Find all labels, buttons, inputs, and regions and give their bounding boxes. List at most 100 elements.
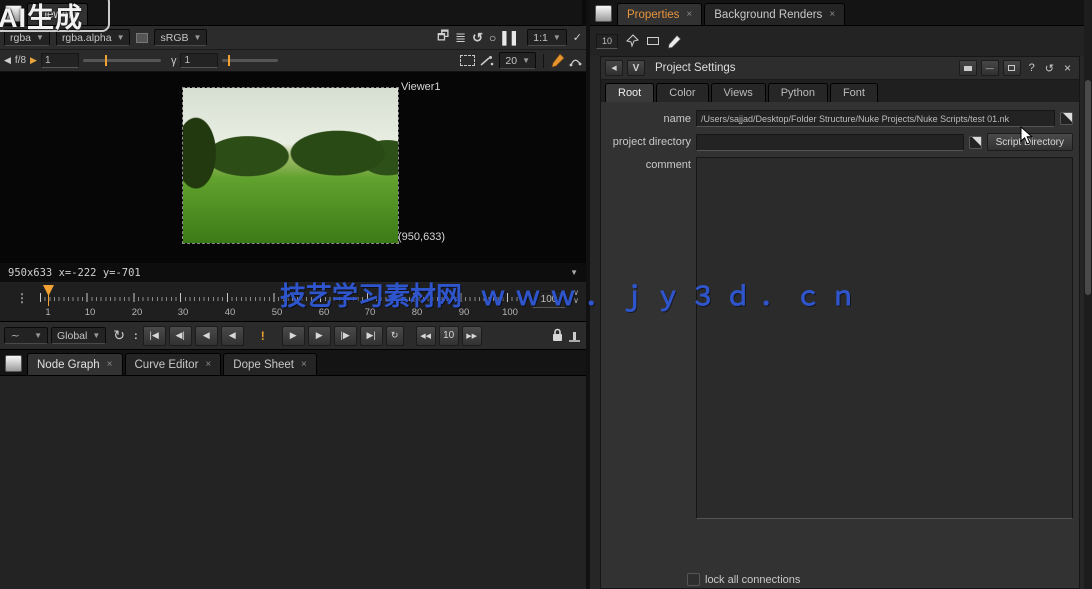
minimize-button[interactable]: —	[981, 60, 999, 76]
tick-label: 40	[225, 307, 236, 318]
tab-node-graph[interactable]: Node Graph ×	[27, 353, 123, 375]
chevron-down-icon: ▼	[194, 33, 202, 42]
zoom-ratio-dropdown[interactable]: 1:1▼	[527, 29, 567, 46]
gain-input[interactable]	[41, 53, 79, 68]
region-circle-icon[interactable]: ○	[489, 31, 496, 45]
edit-pencil-icon[interactable]	[667, 34, 682, 49]
vector-handle-icon[interactable]	[569, 54, 582, 67]
lock-all-row: lock all connections	[687, 573, 800, 586]
gamma-symbol: γ	[171, 55, 177, 67]
close-panel-button[interactable]: ×	[1064, 61, 1071, 75]
hide-input-button[interactable]: ◀	[605, 60, 623, 76]
node-badge[interactable]: V	[627, 60, 645, 76]
jump-back-button[interactable]: ◀◀	[416, 326, 436, 346]
play-forward-button[interactable]: ▶	[308, 326, 331, 346]
revert-button[interactable]: ↺	[1045, 62, 1054, 75]
right-scrollbar-thumb[interactable]	[1085, 80, 1091, 295]
project-settings-panel: ◀ V Project Settings — ? ↺ × Root Color …	[600, 56, 1080, 589]
tab-background-renders[interactable]: Background Renders ×	[704, 3, 845, 25]
loop-mode-icon[interactable]: ↻	[113, 327, 125, 344]
step-forward-button[interactable]: ▶	[282, 326, 305, 346]
pane-menu-icon[interactable]	[5, 355, 22, 372]
jump-forward-button[interactable]: ▶▶	[462, 326, 482, 346]
goto-end-button[interactable]: ▶|	[360, 326, 383, 346]
tab-font[interactable]: Font	[830, 83, 878, 102]
proxy-toggle-icon[interactable]: ✓	[573, 31, 582, 44]
tick-label: 10	[85, 307, 96, 318]
tab-views[interactable]: Views	[711, 83, 766, 102]
project-directory-checkbox[interactable]	[969, 136, 982, 149]
tab-dope-sheet[interactable]: Dope Sheet ×	[223, 353, 317, 375]
close-icon[interactable]: ×	[301, 359, 307, 370]
goto-start-button[interactable]: |◀	[143, 326, 166, 346]
help-button[interactable]: ?	[1029, 62, 1035, 74]
range-mode-dropdown[interactable]: Global ▼	[51, 327, 106, 344]
gain-slider[interactable]	[83, 59, 161, 62]
right-scrollbar[interactable]	[1084, 0, 1092, 589]
display-swatch-icon[interactable]	[136, 33, 148, 43]
tick-label: 1	[45, 307, 50, 318]
max-panels-input[interactable]: 10	[596, 34, 618, 49]
panel-title: Project Settings	[655, 62, 736, 74]
exposure-next-button[interactable]: ▶	[30, 55, 37, 66]
tab-curve-editor[interactable]: Curve Editor ×	[125, 353, 222, 375]
wipe-icon[interactable]	[479, 55, 495, 67]
exposure-prev-button[interactable]: ◀	[4, 55, 11, 66]
tick-label: 20	[132, 307, 143, 318]
tab-color[interactable]: Color	[656, 83, 708, 102]
float-panel-button[interactable]	[1003, 60, 1021, 76]
current-frame-indicator: !	[261, 329, 265, 343]
close-icon[interactable]: ×	[686, 9, 692, 20]
script-name-input[interactable]	[696, 110, 1055, 127]
node-graph-canvas[interactable]: Read1 35-060-6XP-0-425.jpg Viewer1	[0, 376, 586, 589]
bookmark-icon[interactable]	[959, 60, 977, 76]
close-icon[interactable]: ×	[205, 359, 211, 370]
prev-keyframe-button[interactable]: ◀|	[169, 326, 192, 346]
pause-icon[interactable]: ▌▌	[502, 31, 521, 45]
chevron-down-icon: ▼	[34, 331, 42, 340]
exposure-label[interactable]: f/8	[15, 55, 26, 66]
roi-dashed-box-icon[interactable]	[460, 55, 475, 66]
loop-button[interactable]: ↻	[386, 326, 404, 346]
transport-controls: ∼ ▼ Global ▼ ↻ : |◀ ◀| ◀ ◀ ! ▶ ▶ |▶ ▶| ↻…	[0, 322, 586, 350]
monitor-output-icon[interactable]: 🗗	[437, 27, 449, 49]
timeline-grip-icon[interactable]: ⋮	[16, 291, 28, 305]
dots-toggle-icon[interactable]: :	[134, 330, 138, 342]
gamma-input[interactable]	[180, 53, 218, 68]
close-icon[interactable]: ×	[107, 359, 113, 370]
properties-bin-toolbar: 10	[590, 26, 1092, 56]
properties-tabbar: Properties × Background Renders ×	[590, 0, 1092, 26]
refresh-icon[interactable]: ↺	[472, 30, 483, 46]
site-watermark-url: ｗｗｗ．ｊｙ３ｄ．ｃｎ	[480, 281, 865, 311]
viewed-image	[183, 88, 398, 243]
mouse-cursor	[1020, 126, 1034, 146]
project-settings-tabs: Root Color Views Python Font	[601, 80, 1079, 102]
name-checkbox[interactable]	[1060, 112, 1073, 125]
next-keyframe-button[interactable]: |▶	[334, 326, 357, 346]
stack-lines-icon[interactable]: ≣	[455, 30, 466, 46]
nuke-application-window: Viewer1 rgba▼ rgba.alpha▼ sRGB▼ 🗗 ≣ ↺ ○ …	[0, 0, 1092, 589]
play-backward-button[interactable]: ◀	[195, 326, 218, 346]
project-directory-input[interactable]	[696, 134, 964, 151]
lock-all-connections-checkbox[interactable]	[687, 573, 700, 586]
tab-properties[interactable]: Properties ×	[617, 3, 702, 25]
pane-menu-icon[interactable]	[595, 5, 612, 22]
colorspace-dropdown[interactable]: sRGB▼	[154, 29, 207, 46]
lock-range-icon[interactable]	[551, 328, 564, 343]
pin-icon[interactable]	[625, 34, 639, 48]
fps-dropdown[interactable]: ∼ ▼	[4, 327, 48, 344]
tab-root[interactable]: Root	[605, 83, 654, 102]
gamma-slider[interactable]	[222, 59, 278, 62]
wipe-value-dropdown[interactable]: 20▼	[499, 52, 536, 69]
frame-increment-input[interactable]: 10	[439, 326, 459, 346]
flipbook-icon[interactable]	[567, 329, 582, 343]
comment-textarea[interactable]	[696, 157, 1073, 519]
tab-python[interactable]: Python	[768, 83, 828, 102]
step-back-button[interactable]: ◀	[221, 326, 244, 346]
gamma-slider-handle[interactable]	[228, 55, 230, 66]
paint-pencil-icon[interactable]	[551, 53, 565, 68]
close-icon[interactable]: ×	[829, 9, 835, 20]
clear-panels-icon[interactable]	[646, 35, 660, 47]
gain-slider-handle[interactable]	[105, 55, 107, 66]
viewer-canvas[interactable]: Viewer1 (950,633)	[0, 72, 586, 263]
